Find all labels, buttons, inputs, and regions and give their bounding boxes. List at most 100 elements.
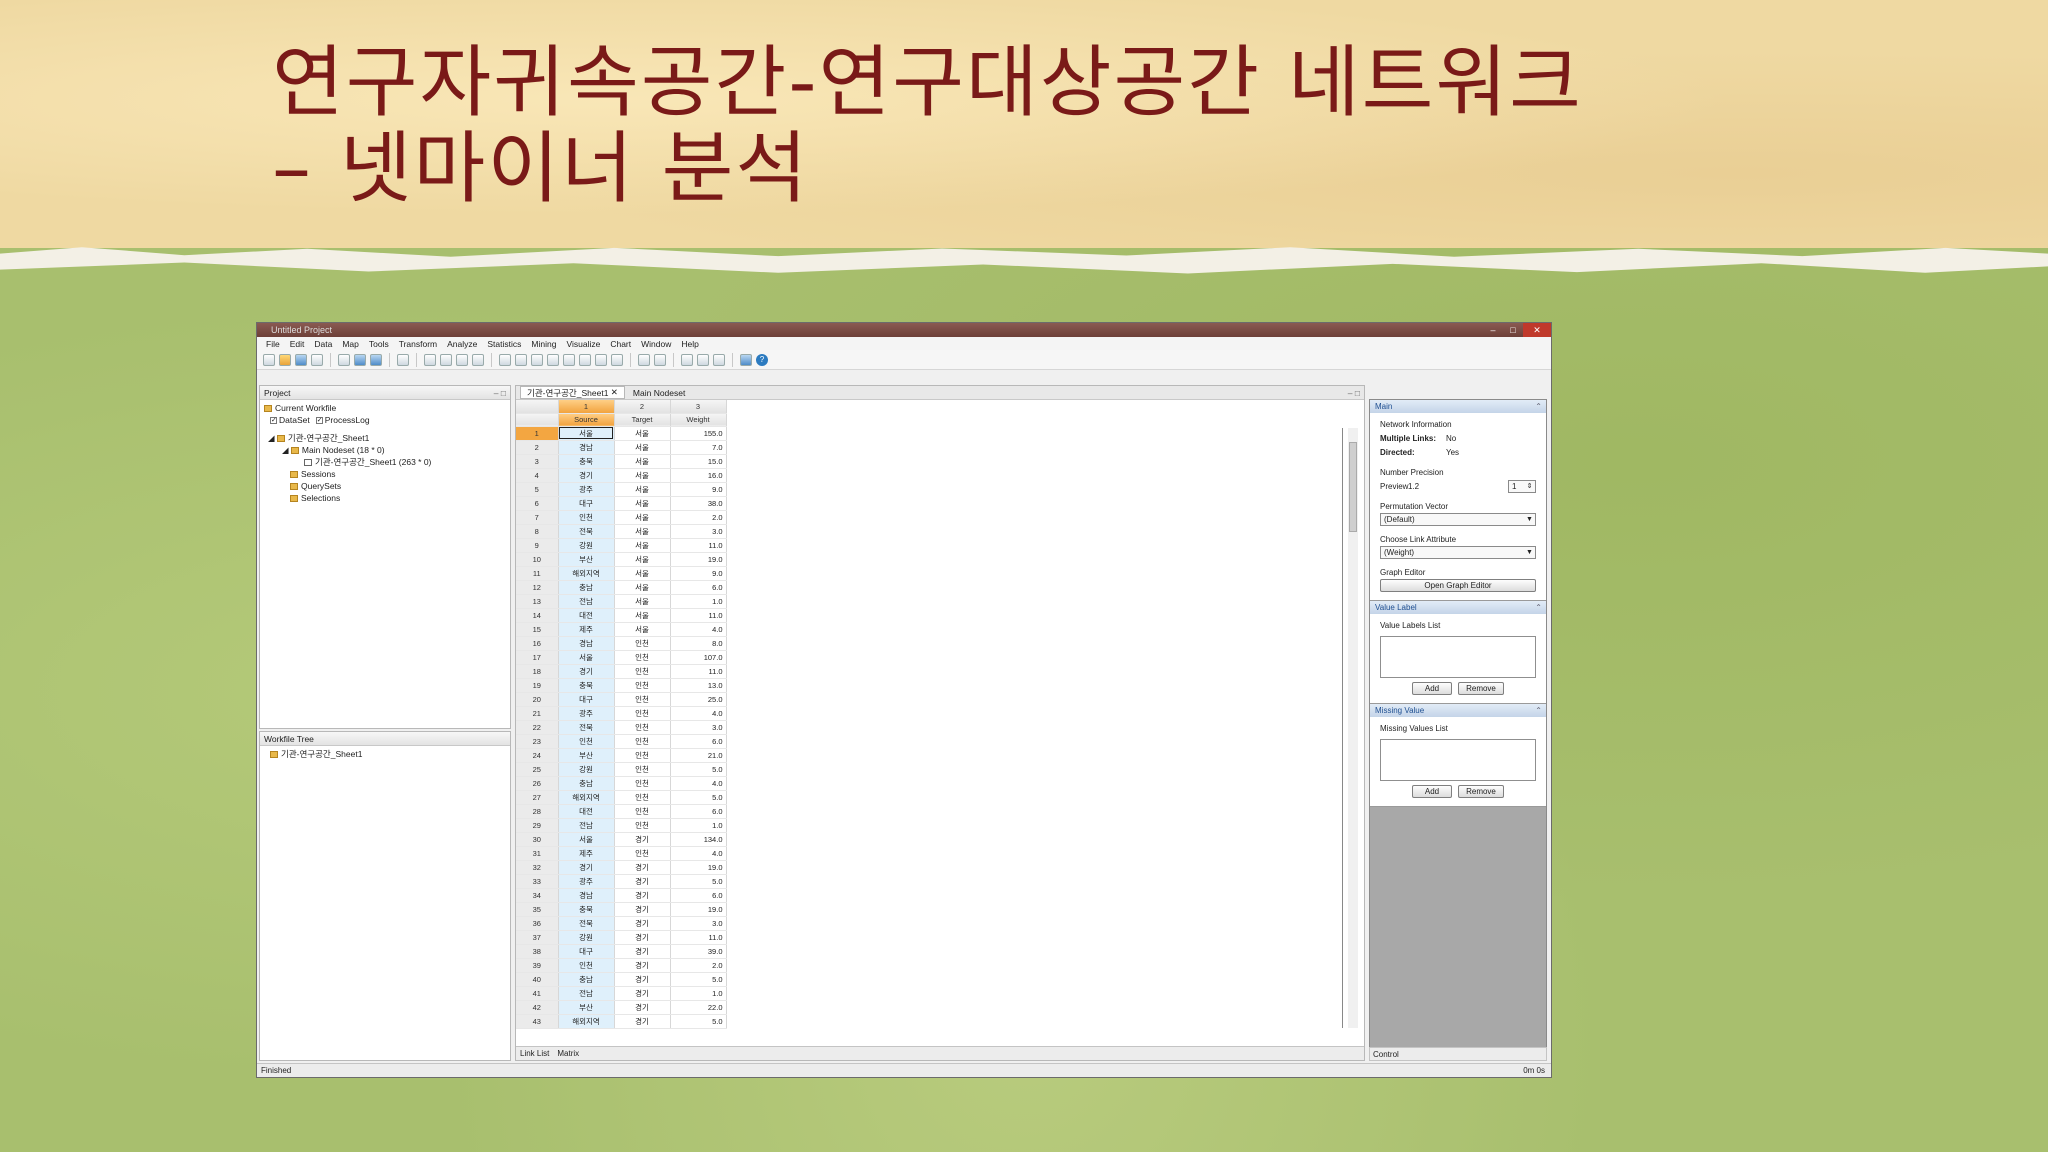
query-icon[interactable] [531,353,543,366]
table-row[interactable]: 5 광주 서울 9.0 [516,482,727,497]
table-row[interactable]: 1 서울 서울 155.0 [516,426,727,441]
help-icon[interactable]: ? [756,353,768,366]
value-label-add-button[interactable]: Add [1412,682,1452,695]
source-cell[interactable]: 서울 [558,426,615,441]
source-cell[interactable]: 경남 [558,888,615,903]
source-cell[interactable]: 충남 [558,972,615,987]
source-cell[interactable]: 경남 [558,636,615,651]
tree-item-querysets[interactable]: QuerySets [264,480,506,492]
target-cell[interactable]: 경기 [614,874,671,889]
source-cell[interactable]: 경남 [558,440,615,455]
weight-cell[interactable]: 38.0 [670,496,727,511]
copy-icon[interactable] [354,353,366,366]
table-row[interactable]: 25 강원 인천 5.0 [516,762,727,777]
target-cell[interactable]: 서울 [614,580,671,595]
source-cell[interactable]: 전북 [558,916,615,931]
row-number[interactable]: 30 [516,832,559,847]
col-header-source[interactable]: Source [558,413,615,427]
row-number[interactable]: 3 [516,454,559,469]
source-cell[interactable]: 인천 [558,958,615,973]
target-cell[interactable]: 경기 [614,986,671,1001]
table-row[interactable]: 30 서울 경기 134.0 [516,832,727,847]
row-number[interactable]: 9 [516,538,559,553]
row-number[interactable]: 12 [516,580,559,595]
source-cell[interactable]: 인천 [558,734,615,749]
row-number[interactable]: 29 [516,818,559,833]
weight-cell[interactable]: 9.0 [670,566,727,581]
table-row[interactable]: 41 전남 경기 1.0 [516,986,727,1001]
target-cell[interactable]: 서울 [614,496,671,511]
target-cell[interactable]: 경기 [614,930,671,945]
table-row[interactable]: 4 경기 서울 16.0 [516,468,727,483]
row-number[interactable]: 1 [516,426,559,441]
maximize-button[interactable]: □ [1503,323,1523,337]
collapse-icon[interactable]: ⌃ [1535,603,1546,612]
value-label-remove-button[interactable]: Remove [1458,682,1504,695]
table-row[interactable]: 40 충남 경기 5.0 [516,972,727,987]
table-row[interactable]: 35 충북 경기 19.0 [516,902,727,917]
target-cell[interactable]: 인천 [614,762,671,777]
menu-transform[interactable]: Transform [394,339,442,349]
weight-cell[interactable]: 7.0 [670,440,727,455]
weight-cell[interactable]: 6.0 [670,804,727,819]
tree-item-sheet[interactable]: ◢ 기관-연구공간_Sheet1 [264,432,506,444]
target-cell[interactable]: 경기 [614,916,671,931]
menu-edit[interactable]: Edit [285,339,310,349]
row-number[interactable]: 23 [516,734,559,749]
source-cell[interactable]: 서울 [558,832,615,847]
source-cell[interactable]: 전남 [558,594,615,609]
menu-tools[interactable]: Tools [364,339,394,349]
target-cell[interactable]: 인천 [614,748,671,763]
redo-icon[interactable] [515,353,527,366]
permutation-select[interactable]: (Default) ▼ [1380,513,1536,526]
row-number[interactable]: 18 [516,664,559,679]
col-number-2[interactable]: 2 [614,400,671,414]
target-cell[interactable]: 서울 [614,426,671,441]
weight-cell[interactable]: 4.0 [670,776,727,791]
window-icon[interactable] [740,353,752,366]
target-cell[interactable]: 경기 [614,888,671,903]
target-cell[interactable]: 인천 [614,720,671,735]
weight-cell[interactable]: 2.0 [670,510,727,525]
weight-cell[interactable]: 155.0 [670,426,727,441]
open-graph-editor-button[interactable]: Open Graph Editor [1380,579,1536,592]
row-number[interactable]: 2 [516,440,559,455]
tree-item-sessions[interactable]: Sessions [264,468,506,480]
target-cell[interactable]: 서울 [614,538,671,553]
table-row[interactable]: 22 전북 인천 3.0 [516,720,727,735]
row-number[interactable]: 20 [516,692,559,707]
row-number[interactable]: 33 [516,874,559,889]
save-icon[interactable] [295,353,307,366]
weight-cell[interactable]: 5.0 [670,762,727,777]
missing-value-header[interactable]: Missing Value ⌃ [1370,704,1546,717]
source-cell[interactable]: 강원 [558,538,615,553]
panel-minimize-icon[interactable]: – □ [494,388,510,398]
source-cell[interactable]: 충남 [558,776,615,791]
tree-item-selections[interactable]: Selections [264,492,506,504]
close-button[interactable]: ✕ [1523,323,1551,337]
col-header-weight[interactable]: Weight [670,413,727,427]
tree-item-main-nodeset[interactable]: ◢ Main Nodeset (18 * 0) [264,444,506,456]
weight-cell[interactable]: 4.0 [670,622,727,637]
target-cell[interactable]: 서울 [614,440,671,455]
target-cell[interactable]: 서울 [614,524,671,539]
target-cell[interactable]: 서울 [614,454,671,469]
network-icon[interactable] [681,353,693,366]
frame-icon[interactable] [611,353,623,366]
source-cell[interactable]: 광주 [558,482,615,497]
new-icon[interactable] [263,353,275,366]
table-row[interactable]: 19 충북 인천 13.0 [516,678,727,693]
source-cell[interactable]: 광주 [558,874,615,889]
source-cell[interactable]: 경기 [558,468,615,483]
menu-data[interactable]: Data [309,339,337,349]
row-number[interactable]: 6 [516,496,559,511]
source-cell[interactable]: 충북 [558,902,615,917]
table-row[interactable]: 6 대구 서울 38.0 [516,496,727,511]
row-number[interactable]: 41 [516,986,559,1001]
table-row[interactable]: 24 부산 인천 21.0 [516,748,727,763]
vertical-scrollbar-thumb[interactable] [1349,442,1357,532]
row-number[interactable]: 22 [516,720,559,735]
row-number[interactable]: 7 [516,510,559,525]
source-cell[interactable]: 전남 [558,818,615,833]
target-cell[interactable]: 인천 [614,846,671,861]
